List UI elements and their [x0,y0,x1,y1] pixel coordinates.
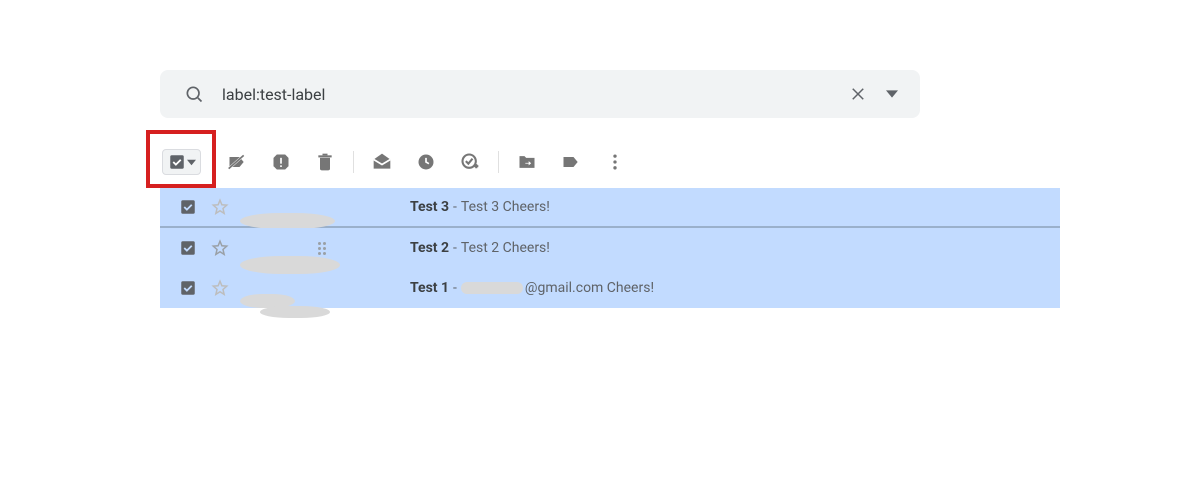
email-row[interactable]: Test 2 - Test 2 Cheers! [160,228,1060,268]
move-to-icon[interactable] [505,140,549,184]
row-checkbox[interactable] [176,239,200,257]
clear-search-icon[interactable] [844,80,872,108]
email-row[interactable]: Test 3 - Test 3 Cheers! [160,188,1060,228]
labels-icon[interactable] [549,140,593,184]
subject-snippet: Test 3 - Test 3 Cheers! [410,199,550,215]
email-list: Test 3 - Test 3 Cheers! [160,188,1060,308]
remove-label-icon[interactable] [215,140,259,184]
email-row[interactable]: Test 1 - @gmail.com Cheers! [160,268,1060,308]
subject: Test 3 [410,199,449,215]
snippet: Test 3 Cheers! [461,199,550,215]
subject-snippet: Test 1 - @gmail.com Cheers! [410,280,654,296]
subject-snippet: Test 2 - Test 2 Cheers! [410,240,550,256]
row-checkbox[interactable] [176,198,200,216]
toolbar-separator [498,151,499,173]
redacted-text [461,282,523,294]
star-icon[interactable] [208,198,232,216]
select-all-checkbox[interactable] [162,149,201,175]
snippet: @gmail.com Cheers! [461,280,654,296]
delete-icon[interactable] [303,140,347,184]
subject: Test 2 [410,240,449,256]
add-to-tasks-icon[interactable] [448,140,492,184]
more-icon[interactable] [593,140,637,184]
search-input[interactable]: label:test-label [222,85,838,104]
star-icon[interactable] [208,279,232,297]
toolbar-separator [353,151,354,173]
mark-as-read-icon[interactable] [360,140,404,184]
search-bar[interactable]: label:test-label [160,70,920,118]
search-options-dropdown-icon[interactable] [878,80,906,108]
action-toolbar [160,136,1060,188]
search-icon[interactable] [180,80,208,108]
snooze-icon[interactable] [404,140,448,184]
snippet: Test 2 Cheers! [461,240,550,256]
subject: Test 1 [410,280,449,296]
row-checkbox[interactable] [176,279,200,297]
drag-handle-icon[interactable] [318,240,328,256]
star-icon[interactable] [208,239,232,257]
report-spam-icon[interactable] [259,140,303,184]
